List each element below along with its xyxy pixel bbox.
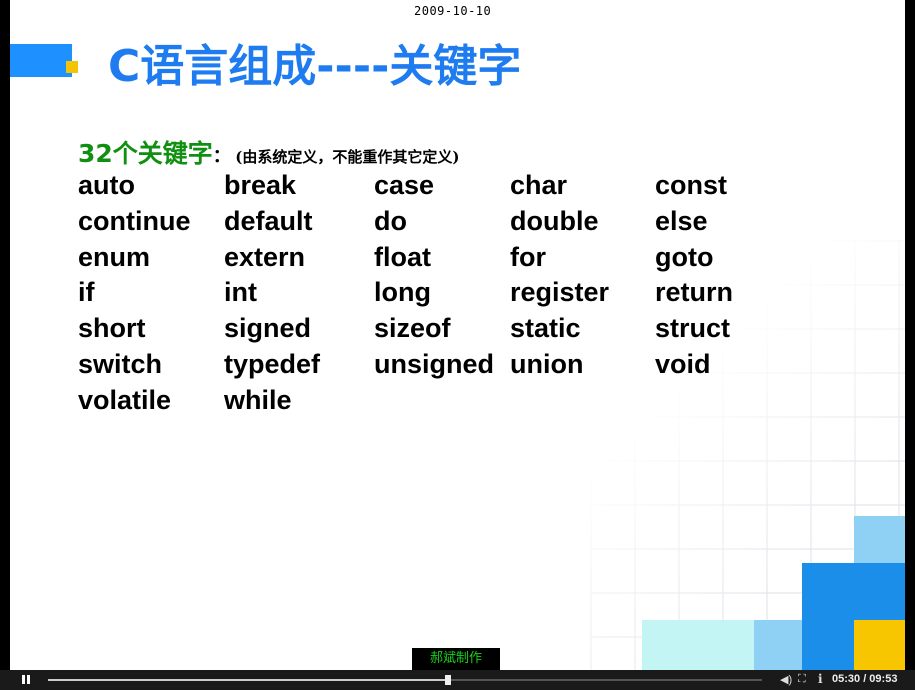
keyword-for: for [510,241,546,272]
keyword-do: do [374,205,407,236]
decorative-block [754,620,802,670]
title-accent-bar [10,44,72,77]
keyword-signed: signed [224,313,312,344]
keyword-case: case [374,170,435,200]
keyword-short: short [78,313,146,344]
keyword-switch: switch [78,349,163,379]
fullscreen-icon[interactable]: ⛶ [798,673,806,686]
keyword-break: break [224,170,297,200]
keyword-typedef: typedef [224,349,321,379]
keywords-colon: ： [212,146,231,167]
decorative-block [854,620,905,670]
author-watermark: 郝斌制作 [412,648,500,670]
decorative-block [802,563,854,670]
decorative-block [642,620,754,670]
keyword-auto: auto [78,170,135,200]
keywords-note: (由系统定义，不能重作其它定义) [235,148,460,166]
keyword-union: union [510,349,584,379]
seek-progress [48,679,448,681]
keyword-enum: enum [78,241,151,272]
keyword-if: if [78,277,95,308]
slide: 2009-10-10 C语言组成----关键字 32个关键字： (由系统定义，不… [10,0,905,670]
title-accent-square [66,61,78,73]
keyword-unsigned: unsigned [374,349,494,379]
slide-date: 2009-10-10 [414,4,492,18]
seek-thumb[interactable] [444,675,451,685]
time-readout: 05:30 / 09:53 [832,673,898,685]
keyword-long: long [374,277,431,308]
pause-icon[interactable] [18,674,32,686]
keyword-sizeof: sizeof [374,313,451,344]
keyword-float: float [374,241,431,272]
seek-bar[interactable] [48,675,762,685]
keyword-char: char [510,170,568,200]
keyword-const: const [655,170,728,200]
keyword-default: default [224,205,313,236]
decorative-block [854,563,905,620]
slide-title: C语言组成----关键字 [108,41,522,92]
keyword-static: static [510,313,581,344]
keyword-else: else [655,205,708,236]
keyword-double: double [510,205,599,236]
keywords-count-label: 32个关键字 [78,139,213,168]
keyword-while: while [224,384,292,415]
video-player-controls: ◀) ⛶ i 05:30 / 09:53 [0,670,915,690]
volume-icon[interactable]: ◀) [780,673,792,686]
info-icon[interactable]: i [818,672,823,686]
keywords-heading: 32个关键字： (由系统定义，不能重作其它定义) [78,134,459,170]
keyword-continue: continue [78,205,191,236]
keyword-int: int [224,277,257,308]
keyword-volatile: volatile [78,384,172,415]
keyword-extern: extern [224,241,306,272]
decorative-block [854,516,905,563]
